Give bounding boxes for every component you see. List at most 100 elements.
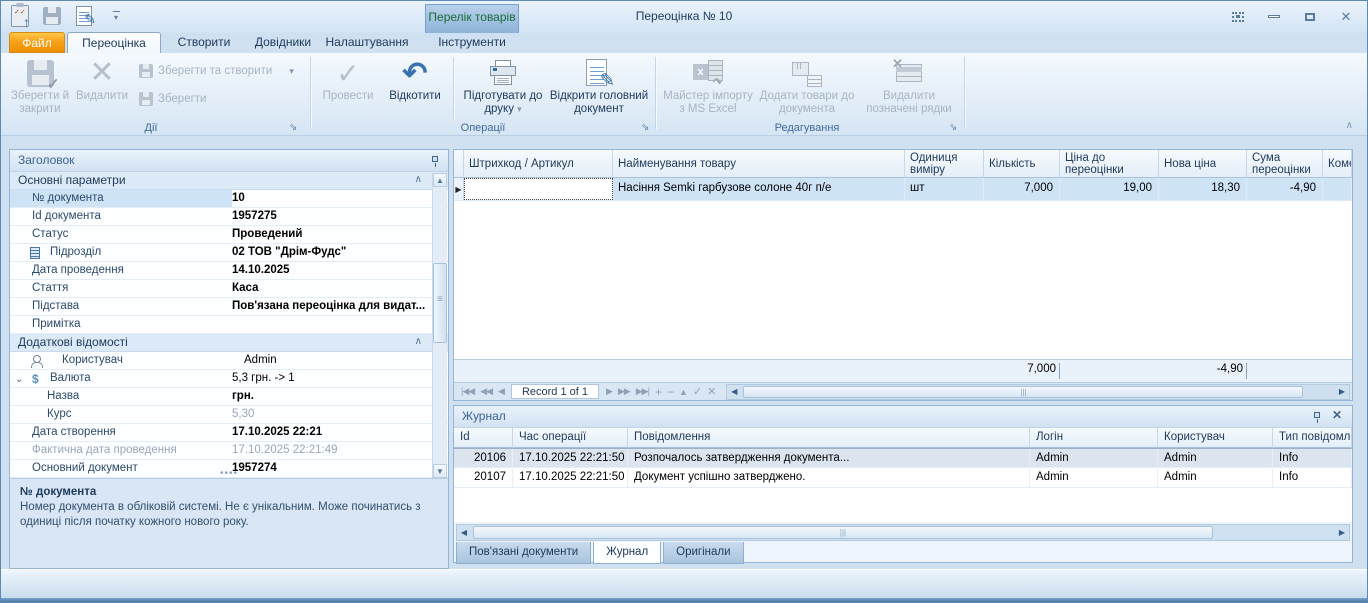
section-main-params[interactable]: Основні параметри ∧ (10, 172, 448, 190)
nav-prev-page-icon[interactable]: ◀◀ (480, 386, 492, 397)
save-and-create-button[interactable]: Зберегти та створити ▾ (139, 61, 294, 81)
chevron-up-icon[interactable]: ∧ (415, 174, 422, 185)
nav-last-icon[interactable]: ▶▶| (636, 386, 649, 397)
rollback-button[interactable]: ↶ Відкотити (383, 56, 447, 120)
prepare-print-dropdown-icon[interactable]: ▾ (517, 104, 522, 114)
column-header-old-price[interactable]: Ціна до переоцінки (1060, 150, 1159, 178)
column-header-message[interactable]: Повідомлення (628, 428, 1030, 448)
property-row[interactable]: Статус Проведений (10, 226, 448, 244)
close-icon[interactable]: ✕ (1335, 9, 1357, 24)
column-header-qty[interactable]: Кількість (984, 150, 1060, 178)
tab-create[interactable]: Створити (167, 32, 241, 53)
excel-import-wizard-button[interactable]: x↷ Майстер імпорту з MS Excel (661, 56, 755, 120)
property-row[interactable]: Підстава Пов'язана переоцінка для видат.… (10, 298, 448, 316)
save-create-dropdown-icon[interactable]: ▾ (289, 66, 294, 77)
goods-grid-row[interactable]: ▶ Насіння Semki гарбузове солоне 40г п/е… (454, 178, 1352, 201)
column-header-new-price[interactable]: Нова ціна (1159, 150, 1247, 178)
scroll-left-icon[interactable]: ◀ (457, 528, 471, 537)
property-row[interactable]: Дата проведення 14.10.2025 (10, 262, 448, 280)
goods-grid-hscrollbar[interactable]: ◀ ||| ▶ (726, 384, 1350, 400)
column-header-type[interactable]: Тип повідомлення (1273, 428, 1352, 448)
property-row[interactable]: Дата створення 17.10.2025 22:21 (10, 424, 448, 442)
column-header-time[interactable]: Час операції (513, 428, 628, 448)
property-row[interactable]: ⌄ $ Валюта 5,3 грн. -> 1 (10, 370, 448, 388)
scrollbar-thumb[interactable]: ||| (473, 526, 1213, 539)
column-header-user[interactable]: Користувач (1158, 428, 1273, 448)
cell-comment[interactable] (1323, 178, 1352, 200)
section-additional-info[interactable]: Додаткові відомості ∧ (10, 334, 448, 352)
journal-hscrollbar[interactable]: ◀ ||| ▶ (456, 524, 1350, 541)
cell-unit[interactable]: шт (905, 178, 984, 200)
nav-cancel-icon[interactable]: ✕ (707, 385, 715, 398)
delete-marked-rows-button[interactable]: ✕ Видалити позначені рядки (859, 56, 959, 120)
tab-directories[interactable]: Довідники (247, 32, 319, 53)
scroll-up-icon[interactable]: ▲ (433, 173, 447, 187)
cell-name[interactable]: Насіння Semki гарбузове солоне 40г п/е (613, 178, 905, 200)
property-row[interactable]: Id документа 1957275 (10, 208, 448, 226)
tab-originals[interactable]: Оригінали (663, 542, 743, 564)
column-header-barcode[interactable]: Штрихкод / Артикул (464, 150, 613, 178)
column-header-id[interactable]: Id (454, 428, 513, 448)
save-and-close-button[interactable]: ✓ Зберегти й закрити (7, 56, 73, 120)
journal-panel: Журнал ✕ Id Час операції Повідомлення Ло… (453, 405, 1353, 563)
operations-dialog-launcher-icon[interactable]: ⇘ (641, 122, 649, 133)
column-header-sum[interactable]: Сума переоцінки (1247, 150, 1323, 178)
scroll-right-icon[interactable]: ▶ (1335, 387, 1349, 396)
tab-tools[interactable]: Інструменти (425, 32, 519, 53)
property-row[interactable]: Курс 5,30 (10, 406, 448, 424)
property-row[interactable]: Примітка (10, 316, 448, 334)
column-header-login[interactable]: Логін (1030, 428, 1158, 448)
property-row[interactable]: Користувач Admin (10, 352, 448, 370)
property-row[interactable]: Стаття Каса (10, 280, 448, 298)
delete-button[interactable]: ✕ Видалити (73, 56, 131, 120)
cell-barcode[interactable] (464, 178, 613, 200)
property-row[interactable]: Фактична дата проведення 17.10.2025 22:2… (10, 442, 448, 460)
pin-icon[interactable] (1312, 411, 1322, 423)
journal-row[interactable]: 20106 17.10.2025 22:21:50 Розпочалось за… (454, 448, 1352, 468)
nav-edit-icon[interactable]: ▲ (679, 387, 687, 397)
tab-file[interactable]: Файл (9, 32, 65, 53)
delete-icon: ✕ (73, 56, 131, 90)
chevron-up-icon[interactable]: ∧ (415, 336, 422, 347)
nav-delete-icon[interactable]: − (667, 385, 673, 399)
sidebar-scrollbar[interactable]: ▲ ▼ (432, 173, 447, 478)
save-button[interactable]: Зберегти (139, 89, 206, 109)
tab-settings[interactable]: Налаштування (325, 32, 409, 53)
nav-first-icon[interactable]: |◀◀ (461, 386, 474, 397)
journal-row[interactable]: 20107 17.10.2025 22:21:50 Документ успіш… (454, 468, 1352, 488)
actions-dialog-launcher-icon[interactable]: ⇘ (289, 122, 297, 133)
property-row[interactable]: № документа 10 (10, 190, 448, 208)
collapse-ribbon-icon[interactable]: ∧ (1346, 120, 1353, 131)
post-button[interactable]: ✓ Провести (317, 56, 379, 120)
cell-new-price[interactable]: 18,30 (1159, 178, 1247, 200)
prepare-print-button[interactable]: Підготувати до друку ▾ (459, 56, 547, 120)
cell-qty[interactable]: 7,000 (984, 178, 1060, 200)
tab-related-documents[interactable]: Пов'язані документи (456, 542, 591, 564)
maximize-icon[interactable] (1299, 9, 1321, 24)
scrollbar-thumb[interactable]: ||| (743, 386, 1303, 398)
fullscreen-icon[interactable] (1227, 9, 1249, 24)
tab-pereotsinka[interactable]: Переоцінка (67, 32, 161, 53)
column-header-unit[interactable]: Одиниця виміру (905, 150, 984, 178)
nav-next-icon[interactable]: ▶ (606, 386, 612, 397)
add-goods-button[interactable]: Додати товари до документа (759, 56, 855, 120)
editing-dialog-launcher-icon[interactable]: ⇘ (949, 122, 957, 133)
close-panel-icon[interactable]: ✕ (1332, 409, 1342, 421)
nav-prev-icon[interactable]: ◀ (498, 386, 504, 397)
property-row[interactable]: Назва грн. (10, 388, 448, 406)
nav-append-icon[interactable]: + (655, 385, 661, 399)
property-row[interactable]: Підрозділ 02 ТОВ "Дрім-Фудс" (10, 244, 448, 262)
nav-endedit-icon[interactable]: ✓ (693, 385, 701, 398)
minimize-icon[interactable] (1263, 9, 1285, 24)
pin-icon[interactable] (430, 155, 440, 167)
open-main-document-button[interactable]: ✎ Відкрити головний документ (549, 56, 649, 120)
cell-old-price[interactable]: 19,00 (1060, 178, 1159, 200)
scroll-left-icon[interactable]: ◀ (727, 387, 741, 396)
column-header-name[interactable]: Найменування товару (613, 150, 905, 178)
tab-journal[interactable]: Журнал (593, 542, 661, 564)
nav-next-page-icon[interactable]: ▶▶ (618, 386, 630, 397)
scroll-right-icon[interactable]: ▶ (1335, 528, 1349, 537)
column-header-comment[interactable]: Коментар (1323, 150, 1352, 178)
cell-sum[interactable]: -4,90 (1247, 178, 1323, 200)
scrollbar-thumb[interactable] (433, 263, 447, 343)
